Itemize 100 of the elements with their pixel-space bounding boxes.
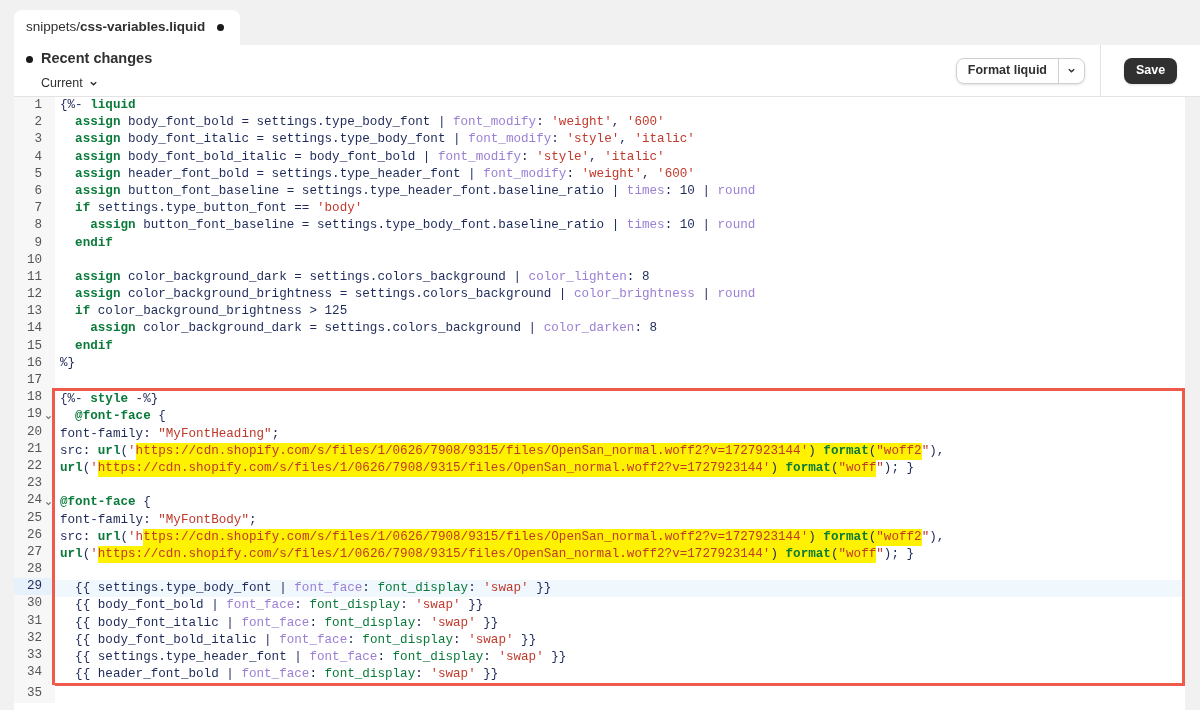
code-attribute: font_display bbox=[309, 597, 401, 615]
code-filter: font_face bbox=[294, 580, 363, 598]
line-number: 27 bbox=[26, 543, 42, 561]
code-text: }} bbox=[482, 666, 499, 684]
code-text: }} bbox=[467, 597, 484, 615]
line-number: 20 bbox=[26, 423, 42, 441]
code-text: ), bbox=[929, 528, 945, 546]
code-text: : bbox=[347, 631, 356, 649]
code-text: : bbox=[309, 614, 318, 632]
code-text: {{ body_font_bold_italic | bbox=[74, 631, 273, 649]
code-text: | bbox=[701, 286, 711, 304]
search-match: ( bbox=[830, 545, 839, 564]
code-text: : 8 bbox=[626, 268, 650, 286]
code-filter: color_lighten bbox=[528, 268, 627, 286]
code-text: header_font_bold = settings.type_header_font | bbox=[127, 165, 477, 183]
line-number: 1 bbox=[34, 97, 42, 114]
line-number: 22 bbox=[26, 457, 42, 475]
code-filter: times bbox=[626, 182, 665, 200]
code-text: %} bbox=[60, 354, 76, 372]
search-match: ttps://cdn.shopify.com/s/files/1/0626/7908/9315/files/OpenSan_normal.woff2?v=1727923144' bbox=[143, 528, 809, 546]
code-text: { bbox=[157, 408, 166, 426]
code-string: 'style' bbox=[536, 148, 590, 166]
code-string: ' bbox=[128, 442, 136, 460]
code-text: : bbox=[483, 649, 492, 666]
code-attribute: font_display bbox=[377, 580, 469, 598]
code-keyword: url bbox=[97, 442, 121, 460]
code-string: 'weight' bbox=[551, 114, 612, 132]
code-keyword: assign bbox=[74, 182, 121, 200]
line-number: 28 bbox=[26, 561, 42, 579]
code-text: button_font_baseline = settings.type_header_font.baseline_ratio | bbox=[127, 182, 621, 200]
code-editor[interactable] bbox=[14, 97, 1185, 710]
code-string: ' bbox=[90, 545, 98, 563]
code-string: "MyFontBody" bbox=[158, 511, 249, 529]
code-text: ( bbox=[82, 459, 91, 477]
fold-chevron-icon bbox=[44, 500, 52, 508]
code-text: : 10 | bbox=[664, 217, 711, 235]
line-number: 29 bbox=[26, 578, 42, 596]
code-text: {{ settings.type_body_font | bbox=[74, 580, 288, 598]
code-text: {{ body_font_bold | bbox=[74, 597, 220, 615]
code-string: 'italic' bbox=[604, 148, 665, 166]
code-filter: font_face bbox=[241, 614, 310, 632]
code-text: }} bbox=[550, 649, 567, 666]
code-keyword: @font-face bbox=[60, 494, 136, 512]
code-text: : bbox=[536, 114, 545, 132]
code-text: color_background_dark = settings.colors_background | bbox=[127, 268, 522, 286]
code-string: 'swap' bbox=[483, 580, 529, 598]
line-number: 21 bbox=[26, 440, 42, 458]
code-filter: round bbox=[717, 286, 756, 304]
code-text: ), bbox=[929, 442, 945, 460]
code-keyword: if bbox=[74, 303, 91, 321]
search-match: "woff2 bbox=[876, 442, 922, 460]
code-string: 'swap' bbox=[468, 631, 514, 649]
version-dropdown[interactable]: Current bbox=[41, 74, 956, 93]
line-number: 15 bbox=[26, 337, 42, 355]
code-text: : bbox=[566, 165, 575, 183]
code-string: '600' bbox=[657, 165, 695, 183]
code-text: {%- bbox=[60, 391, 84, 409]
file-tab[interactable]: snippets/css-variables.liquid bbox=[14, 10, 240, 45]
line-number: 13 bbox=[26, 303, 42, 321]
line-number: 4 bbox=[34, 148, 42, 166]
code-text: -%} bbox=[134, 391, 159, 409]
code-string: " bbox=[921, 528, 930, 546]
line-number: 17 bbox=[26, 372, 42, 389]
code-text: : bbox=[551, 131, 560, 149]
code-text: ); } bbox=[883, 459, 915, 477]
search-match: ( bbox=[868, 442, 877, 460]
code-string: 'body' bbox=[316, 200, 363, 218]
code-keyword: @font-face bbox=[74, 408, 151, 426]
code-keyword: url bbox=[60, 459, 83, 477]
chevron-down-icon bbox=[1067, 66, 1076, 75]
line-number: 24 bbox=[26, 492, 42, 510]
code-filter: color_brightness bbox=[573, 286, 695, 304]
code-string: '600' bbox=[626, 114, 665, 132]
line-number: 14 bbox=[26, 320, 42, 338]
line-number: 35 bbox=[26, 685, 42, 703]
code-text: ; bbox=[271, 425, 280, 443]
code-text: , bbox=[589, 148, 598, 166]
code-keyword: assign bbox=[74, 131, 121, 149]
code-text: ); } bbox=[883, 545, 915, 563]
code-filter: round bbox=[717, 217, 756, 235]
search-match: ( bbox=[830, 459, 839, 478]
code-filter: font_face bbox=[241, 666, 310, 684]
code-text: {%- bbox=[60, 97, 84, 114]
line-number: 32 bbox=[26, 629, 42, 647]
code-string: 'swap' bbox=[430, 666, 476, 684]
code-text: {{ header_font_bold | bbox=[74, 666, 235, 684]
code-keyword: url bbox=[60, 545, 83, 563]
code-text: }} bbox=[520, 631, 537, 649]
line-number: 9 bbox=[34, 234, 42, 252]
code-text: , bbox=[611, 114, 621, 132]
line-number: 30 bbox=[26, 595, 42, 613]
line-number: 11 bbox=[26, 268, 42, 286]
code-text: settings.type_button_font == bbox=[96, 200, 311, 218]
save-button[interactable]: Save bbox=[1123, 57, 1178, 84]
code-attribute: font_display bbox=[362, 631, 454, 649]
code-keyword: liquid bbox=[90, 97, 136, 114]
code-filter: round bbox=[717, 182, 756, 200]
code-keyword: endif bbox=[74, 234, 113, 252]
search-match: ) bbox=[808, 528, 824, 546]
search-match: format bbox=[823, 528, 869, 546]
